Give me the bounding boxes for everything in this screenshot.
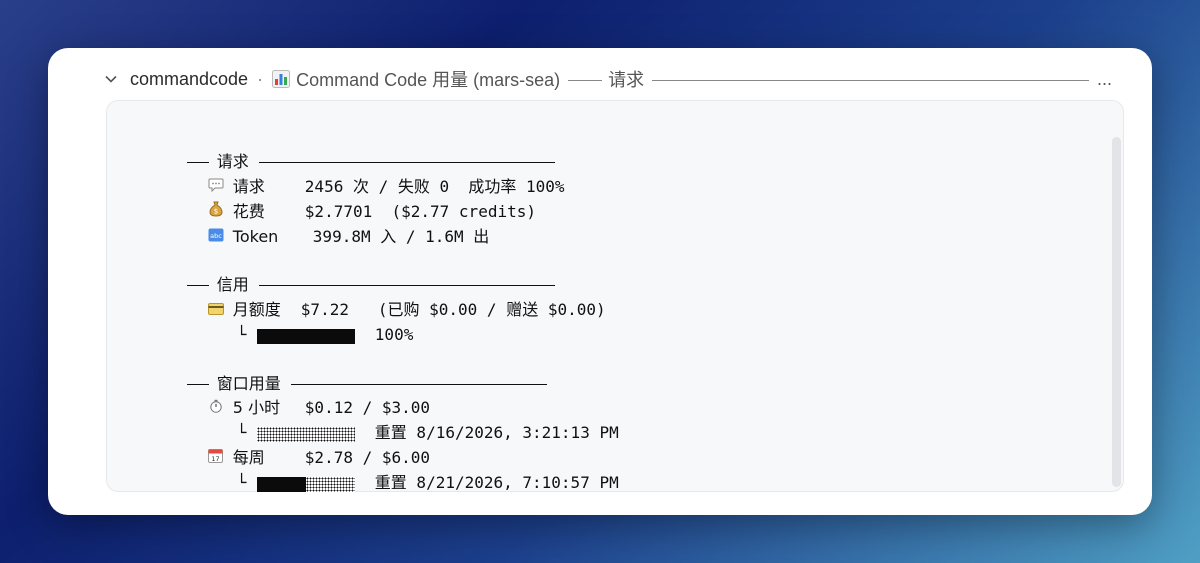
header-separator: · [257, 68, 264, 89]
svg-text:abc: abc [210, 232, 222, 240]
weekly-reset: 重置 8/21/2026, 7:10:57 PM [374, 473, 619, 492]
header-ellipsis: ... [1096, 68, 1112, 89]
token-value: 399.8M 入 / 1.6M 出 [312, 227, 490, 246]
token-label: Token [232, 227, 279, 246]
weekly-progress [256, 474, 355, 492]
monthly-quota-percent: 100% [374, 325, 414, 344]
usage-panel: 请求 请求 2456 次 / 失败 0 成功率 100% $ 花费 $2.7701 (… [106, 100, 1124, 492]
header-divider [568, 79, 603, 81]
requests-row: 请求 2456 次 / 失败 0 成功率 100% [149, 154, 565, 196]
card-header[interactable]: commandcode · Command Code 用量 (mars-sea)… [104, 66, 1112, 92]
monthly-quota-bar-row: └ 100% [179, 302, 413, 344]
header-section: 请求 [608, 70, 645, 90]
five-hour-bar-row: └ 重置 8/16/2026, 3:21:13 PM [179, 400, 619, 442]
weekly-row: 17 每周 $2.78 / $6.00 [149, 425, 430, 467]
progress-filled [256, 477, 306, 492]
tree-corner: └ [236, 325, 247, 344]
bar-chart-icon [272, 70, 291, 88]
notification-card: commandcode · Command Code 用量 (mars-sea)… [48, 48, 1152, 515]
monthly-quota-progress [256, 326, 355, 344]
header-title: Command Code 用量 (mars-sea) [296, 70, 561, 90]
cost-row: $ 花费 $2.7701 ($2.77 credits) [149, 179, 536, 221]
progress-filled [256, 329, 355, 344]
chevron-down-icon[interactable] [104, 72, 118, 86]
token-row: abc Token 399.8M 入 / 1.6M 出 [149, 204, 489, 246]
header-divider-long [652, 79, 1089, 81]
app-name: commandcode [130, 68, 249, 89]
monthly-quota-row: 月额度 $7.22 (已购 $0.00 / 赠送 $0.00) [149, 277, 606, 319]
tree-corner: └ [236, 473, 247, 492]
progress-remaining [305, 477, 355, 492]
section-window-header: 窗口用量 [129, 351, 547, 393]
five-hour-row: 5 小时 $0.12 / $3.00 [149, 375, 430, 417]
scrollbar[interactable] [1112, 137, 1121, 487]
section-requests-header: 请求 [129, 129, 555, 171]
weekly-bar-row: └ 重置 8/21/2026, 7:10:57 PM [179, 450, 619, 492]
abc-icon: abc [207, 227, 225, 249]
scrollbar-thumb[interactable] [1112, 137, 1121, 487]
section-credit-header: 信用 [129, 252, 555, 294]
